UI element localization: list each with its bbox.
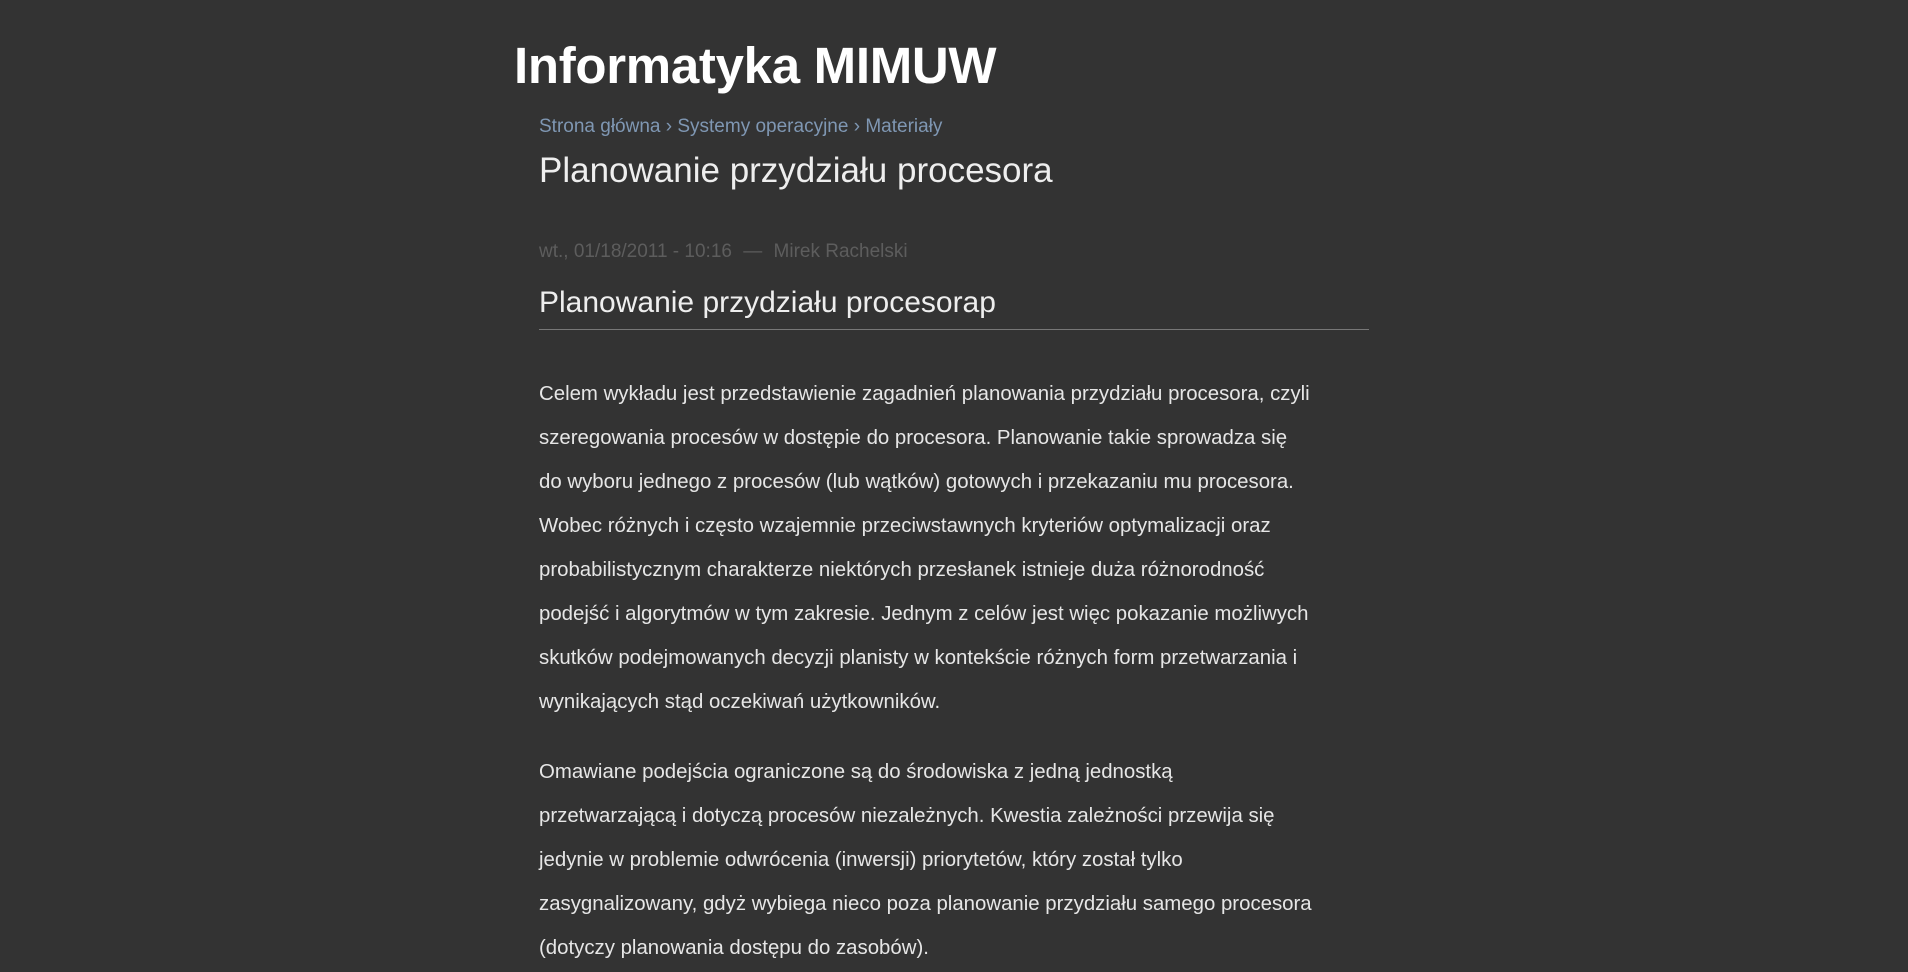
page-title: Planowanie przydziału procesora [539, 151, 1053, 190]
paragraph-line: podejść i algorytmów w tym zakresie. Jed… [539, 603, 1309, 625]
page: Informatyka MIMUW Strona główna › System… [0, 0, 1908, 972]
paragraph-line: Wobec różnych i często wzajemnie przeciw… [539, 515, 1271, 537]
post-meta: wt., 01/18/2011 - 10:16 — Mirek Rachelsk… [539, 237, 1369, 267]
paragraph-line: zasygnalizowany, gdyż wybiega nieco poza… [539, 893, 1312, 915]
breadcrumb-systemy-operacyjne[interactable]: Systemy operacyjne [677, 116, 848, 137]
paragraph-line: wynikających stąd oczekiwań użytkowników… [539, 691, 941, 713]
article-title: Planowanie przydziału procesorap [539, 283, 1369, 330]
breadcrumb-separator: › [665, 116, 673, 137]
post-author: Mirek Rachelski [773, 241, 908, 262]
breadcrumb-materialy[interactable]: Materiały [865, 116, 942, 137]
post-date: wt., 01/18/2011 - 10:16 [539, 241, 732, 262]
paragraph-line: skutków podejmowanych decyzji planisty w… [539, 647, 1298, 669]
meta-separator: — [743, 241, 763, 262]
breadcrumb-home[interactable]: Strona główna [539, 116, 660, 137]
site-title[interactable]: Informatyka MIMUW [514, 36, 997, 96]
paragraph-line: Omawiane podejścia ograniczone są do śro… [539, 761, 1173, 783]
article-paragraph: Celem wykładu jest przedstawienie zagadn… [539, 372, 1369, 724]
article-paragraph: Omawiane podejścia ograniczone są do śro… [539, 750, 1369, 970]
paragraph-line: do wyboru jednego z procesów (lub wątków… [539, 471, 1294, 493]
paragraph-line: szeregowania procesów w dostępie do proc… [539, 427, 1288, 449]
paragraph-line: probabilistycznym charakterze niektórych… [539, 559, 1265, 581]
breadcrumb-separator: › [853, 116, 861, 137]
main-content: Strona główna › Systemy operacyjne › Mat… [539, 112, 1369, 970]
breadcrumb: Strona główna › Systemy operacyjne › Mat… [539, 112, 1369, 142]
paragraph-line: przetwarzającą i dotyczą procesów niezal… [539, 805, 1275, 827]
paragraph-line: (dotyczy planowania dostępu do zasobów). [539, 937, 929, 959]
paragraph-line: Celem wykładu jest przedstawienie zagadn… [539, 383, 1310, 405]
paragraph-line: jedynie w problemie odwrócenia (inwersji… [539, 849, 1183, 871]
